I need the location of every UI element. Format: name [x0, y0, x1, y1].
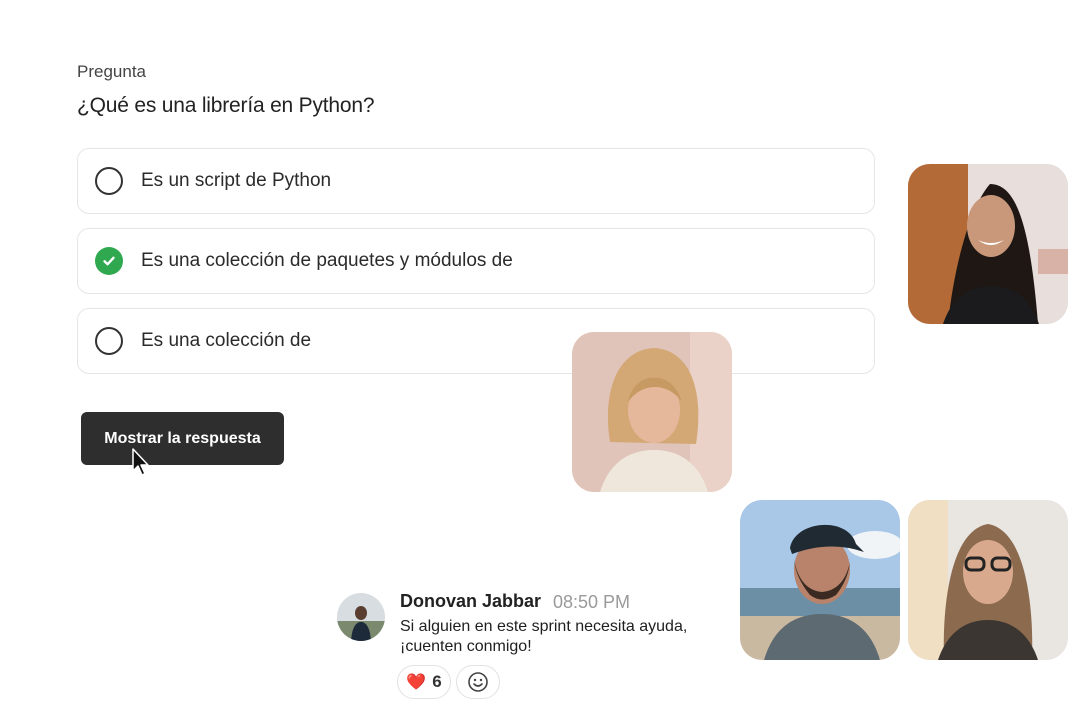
avatar[interactable] — [337, 593, 385, 641]
heart-reaction-button[interactable]: ❤️ 6 — [397, 665, 451, 699]
answer-option-1[interactable]: Es un script de Python — [77, 148, 875, 214]
message-timestamp: 08:50 PM — [553, 592, 631, 612]
participant-video-tile[interactable] — [740, 500, 900, 660]
answer-option-text: Es un script de Python — [141, 170, 332, 191]
heart-icon: ❤️ — [406, 674, 427, 691]
avatar-photo — [337, 593, 385, 641]
mouse-pointer-icon — [132, 448, 149, 476]
participant-video-tile[interactable] — [908, 500, 1068, 660]
question-title: ¿Qué es una librería en Python? — [77, 94, 375, 117]
answer-option-text: Es una colección de — [141, 330, 312, 351]
add-reaction-button[interactable] — [456, 665, 500, 699]
radio-unchecked-icon[interactable] — [95, 167, 123, 195]
participant-video-tile[interactable] — [908, 164, 1068, 324]
participant-photo — [740, 500, 900, 660]
check-circle-icon[interactable] — [95, 247, 123, 275]
smiley-icon — [468, 672, 488, 692]
participant-photo — [908, 164, 1068, 324]
participant-photo — [908, 500, 1068, 660]
question-label: Pregunta — [77, 62, 146, 81]
answer-option-text: Es una colección de paquetes y módulos d… — [141, 250, 513, 271]
message-author: Donovan Jabbar — [400, 591, 542, 611]
participant-photo — [572, 332, 732, 492]
participant-video-tile[interactable] — [572, 332, 732, 492]
show-answer-button[interactable]: Mostrar la respuesta — [81, 412, 284, 465]
reaction-count: 6 — [432, 672, 442, 691]
message-text: Si alguien en este sprint necesita ayuda… — [400, 618, 688, 655]
answer-option-3[interactable]: Es una colección de — [77, 308, 875, 374]
radio-unchecked-icon[interactable] — [95, 327, 123, 355]
answer-option-2[interactable]: Es una colección de paquetes y módulos d… — [77, 228, 875, 294]
